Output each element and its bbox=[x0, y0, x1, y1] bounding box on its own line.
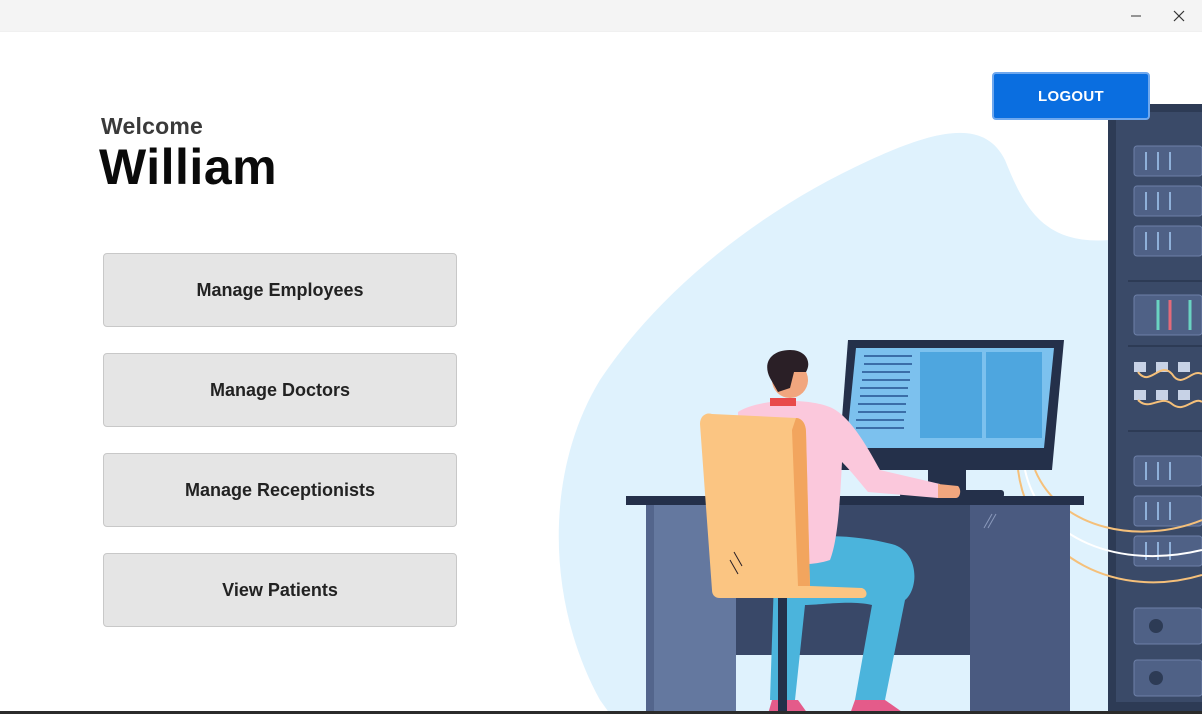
minimize-icon bbox=[1131, 15, 1141, 16]
manage-receptionists-button[interactable]: Manage Receptionists bbox=[103, 453, 457, 527]
title-bar bbox=[0, 0, 1202, 32]
welcome-label: Welcome bbox=[101, 113, 203, 139]
view-patients-button[interactable]: View Patients bbox=[103, 553, 457, 627]
close-button[interactable] bbox=[1157, 0, 1201, 31]
manage-doctors-button[interactable]: Manage Doctors bbox=[103, 353, 457, 427]
minimize-button[interactable] bbox=[1114, 0, 1158, 31]
server-rack bbox=[1108, 104, 1202, 714]
manage-employees-button[interactable]: Manage Employees bbox=[103, 253, 457, 327]
person-at-computer-illustration bbox=[558, 104, 1202, 714]
user-name: William bbox=[99, 139, 278, 195]
logout-button[interactable]: LOGOUT bbox=[992, 72, 1150, 120]
close-icon bbox=[1173, 10, 1185, 21]
